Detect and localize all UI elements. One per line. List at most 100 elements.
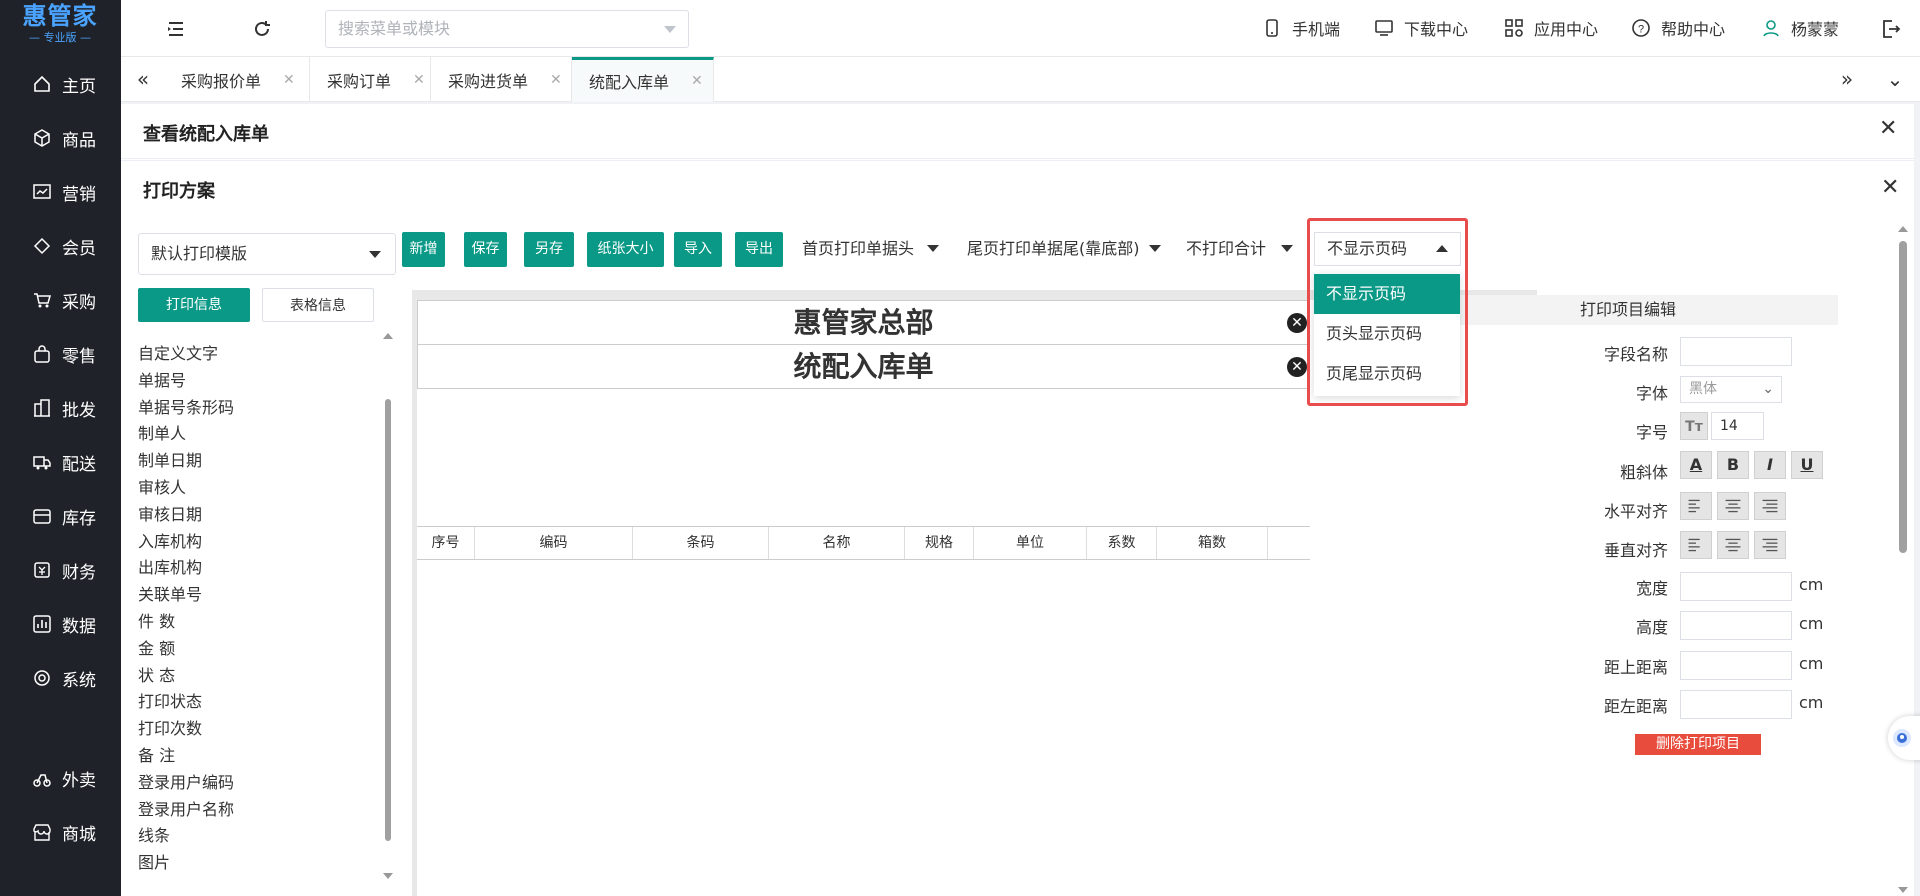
field-list-item[interactable]: 状 态 (138, 663, 338, 690)
last-page-select[interactable]: 尾页打印单据尾(靠底部) (957, 232, 1169, 267)
field-list-scrollbar[interactable] (383, 331, 393, 881)
first-page-select[interactable]: 首页打印单据头 (792, 232, 947, 267)
field-list-item[interactable]: 制单人 (138, 421, 338, 448)
delete-item-button[interactable]: 删除打印项目 (1635, 734, 1761, 755)
logo[interactable]: 惠管家 — 专业版 — (5, 2, 115, 52)
tab-table-info[interactable]: 表格信息 (262, 288, 374, 322)
table-header-cell[interactable]: 规格 (905, 527, 974, 559)
field-list-item[interactable]: 件 数 (138, 609, 338, 636)
table-header-cell[interactable]: 条码 (633, 527, 769, 559)
close-icon[interactable]: ✕ (691, 73, 703, 89)
top-distance-input[interactable] (1680, 651, 1792, 680)
tab[interactable]: 采购订单 ✕ (310, 57, 431, 102)
field-list-item[interactable]: 单据号条形码 (138, 395, 338, 422)
close-icon[interactable]: ✕ (1881, 175, 1899, 200)
close-icon[interactable]: ✕ (413, 72, 425, 88)
sidebar-item[interactable]: 零售 (0, 334, 121, 374)
add-button[interactable]: 新增 (402, 232, 445, 267)
close-icon[interactable]: ✕ (550, 72, 562, 88)
font-color-button[interactable]: A (1680, 451, 1712, 479)
field-list-item[interactable]: 备 注 (138, 743, 338, 770)
field-list-item[interactable]: 出库机构 (138, 555, 338, 582)
chevron-down-icon[interactable]: ⌄ (1883, 67, 1907, 91)
close-icon[interactable]: ✕ (1879, 116, 1897, 141)
h-align-center-button[interactable] (1717, 492, 1749, 520)
help-center-link[interactable]: ? 帮助中心 (1631, 16, 1725, 40)
h-align-left-button[interactable] (1680, 492, 1712, 520)
font-select[interactable]: 黑体 ⌄ (1680, 376, 1782, 403)
h-align-right-button[interactable] (1754, 492, 1786, 520)
field-list-item[interactable]: 图片 (138, 850, 338, 877)
download-center-link[interactable]: 下载中心 (1374, 16, 1468, 40)
tab[interactable]: 统配入库单 ✕ (572, 57, 714, 102)
tab-print-info[interactable]: 打印信息 (138, 288, 250, 322)
sidebar-item[interactable]: 营销 (0, 172, 121, 212)
field-list-item[interactable]: 金 额 (138, 636, 338, 663)
sidebar-item[interactable]: 批发 (0, 388, 121, 428)
bold-button[interactable]: B (1717, 451, 1749, 479)
sidebar-item[interactable]: 数据 (0, 604, 121, 644)
field-list-item[interactable]: 登录用户名称 (138, 797, 338, 824)
v-align-right-button[interactable] (1754, 531, 1786, 559)
total-select[interactable]: 不打印合计 (1176, 232, 1301, 267)
paper-title-document[interactable]: 统配入库单 ✕ (417, 344, 1310, 389)
table-header-cell[interactable]: 编码 (475, 527, 633, 559)
sidebar-item[interactable]: 商城 (0, 812, 121, 852)
template-select[interactable]: 默认打印模版 (138, 233, 396, 275)
logout-icon[interactable] (1880, 18, 1902, 40)
field-list-item[interactable]: 单据号 (138, 368, 338, 395)
width-input[interactable] (1680, 572, 1792, 601)
field-list-item[interactable]: 审核日期 (138, 502, 338, 529)
table-header-cell[interactable]: 序号 (417, 527, 475, 559)
font-size-input[interactable]: 14 (1711, 412, 1764, 440)
field-list-item[interactable]: 登录用户编码 (138, 770, 338, 797)
table-header-cell[interactable]: 系数 (1087, 527, 1157, 559)
save-button[interactable]: 保存 (464, 232, 507, 267)
field-list-item[interactable]: 线条 (138, 823, 338, 850)
scroll-right-icon[interactable]: » (1835, 67, 1859, 91)
paper-title-company[interactable]: 惠管家总部 ✕ (417, 300, 1310, 345)
field-list-item[interactable]: 自定义文字 (138, 341, 338, 368)
sidebar-item[interactable]: 系统 (0, 658, 121, 698)
table-header-cell[interactable]: 箱数 (1157, 527, 1268, 559)
sidebar-item[interactable]: 主页 (0, 64, 121, 104)
sidebar-item[interactable]: 库存 (0, 496, 121, 536)
underline-button[interactable]: U (1791, 451, 1823, 479)
field-name-input[interactable] (1680, 337, 1792, 366)
export-button[interactable]: 导出 (735, 232, 783, 267)
tab[interactable]: 采购报价单 ✕ (164, 57, 310, 102)
field-list-item[interactable]: 打印次数 (138, 716, 338, 743)
mobile-link[interactable]: 手机端 (1262, 16, 1340, 40)
user-menu[interactable]: 杨蒙蒙 (1761, 16, 1839, 40)
field-list-item[interactable]: 审核人 (138, 475, 338, 502)
search-input[interactable]: 搜索菜单或模块 (325, 10, 689, 48)
sidebar-item[interactable]: 商品 (0, 118, 121, 158)
panel-scrollbar[interactable] (1897, 223, 1909, 896)
v-align-center-button[interactable] (1717, 531, 1749, 559)
import-button[interactable]: 导入 (674, 232, 722, 267)
v-align-left-button[interactable] (1680, 531, 1712, 559)
save-as-button[interactable]: 另存 (524, 232, 574, 267)
left-distance-input[interactable] (1680, 690, 1792, 719)
field-list-item[interactable]: 打印状态 (138, 689, 338, 716)
table-header-cell[interactable]: 名称 (769, 527, 905, 559)
sidebar-item[interactable]: 配送 (0, 442, 121, 482)
refresh-icon[interactable] (251, 18, 273, 40)
field-list-item[interactable]: 制单日期 (138, 448, 338, 475)
height-input[interactable] (1680, 611, 1792, 640)
close-icon[interactable]: ✕ (283, 72, 295, 88)
field-list-item[interactable]: 关联单号 (138, 582, 338, 609)
italic-button[interactable]: I (1754, 451, 1786, 479)
sidebar-item[interactable]: 外卖 (0, 758, 121, 798)
table-header-cell[interactable]: 单位 (974, 527, 1087, 559)
tab[interactable]: 采购进货单 ✕ (431, 57, 572, 102)
sidebar-item[interactable]: 采购 (0, 280, 121, 320)
remove-icon[interactable]: ✕ (1287, 357, 1307, 377)
assistant-float-button[interactable] (1888, 716, 1920, 760)
paper-size-button[interactable]: 纸张大小 (587, 232, 664, 267)
app-center-link[interactable]: 应用中心 (1504, 16, 1598, 40)
field-list-item[interactable]: 入库机构 (138, 529, 338, 556)
sidebar-item[interactable]: 会员 (0, 226, 121, 266)
scroll-left-icon[interactable]: « (131, 67, 155, 91)
sidebar-item[interactable]: 财务 (0, 550, 121, 590)
